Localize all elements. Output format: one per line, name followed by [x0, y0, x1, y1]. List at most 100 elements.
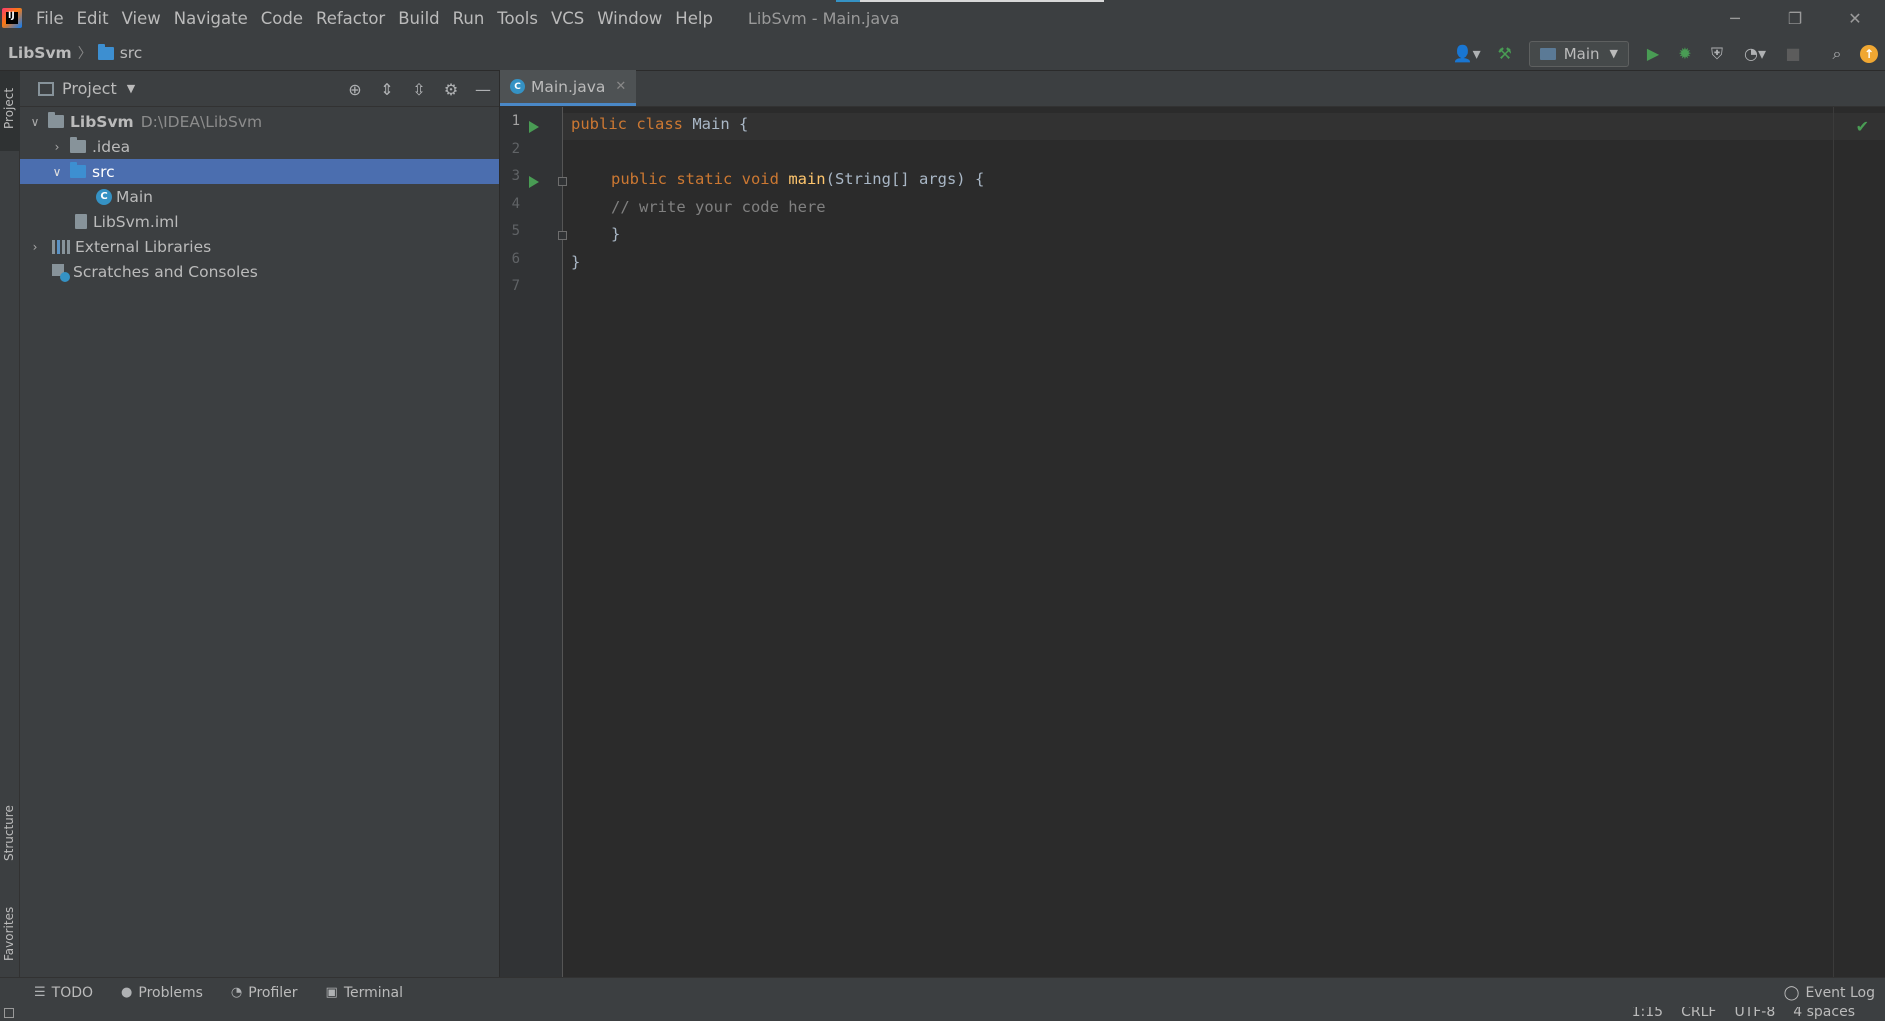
terminal-icon: ▣ — [325, 985, 338, 1000]
editor-scrollbar[interactable] — [1871, 107, 1885, 977]
indent-setting[interactable]: 4 spaces — [1793, 1007, 1855, 1020]
project-view-selector[interactable]: Project — [62, 79, 117, 98]
menu-navigate[interactable]: Navigate — [174, 9, 248, 28]
profile-icon[interactable]: ◔▾ — [1735, 40, 1775, 68]
window-title: LibSvm - Main.java — [747, 8, 900, 28]
menu-help[interactable]: Help — [675, 9, 713, 28]
intellij-logo-icon: IJ — [2, 8, 22, 28]
list-icon: ☰ — [34, 985, 46, 1000]
run-configuration-select[interactable]: Main ▼ — [1528, 40, 1629, 67]
collapse-all-icon[interactable]: ⇳ — [403, 80, 435, 99]
expand-all-icon[interactable]: ⇕ — [371, 80, 403, 99]
maximize-button[interactable]: ❐ — [1765, 0, 1825, 36]
stripe-project-tab[interactable]: Project — [2, 88, 16, 129]
close-icon[interactable]: ✕ — [615, 79, 626, 94]
gear-icon[interactable]: ⚙ — [435, 80, 467, 99]
tool-tab-terminal[interactable]: ▣ Terminal — [326, 985, 403, 1001]
menu-code[interactable]: Code — [261, 9, 303, 28]
tree-node-idea[interactable]: › .idea — [20, 134, 499, 159]
chevron-right-icon[interactable]: › — [26, 240, 44, 254]
tree-label-external-libraries: External Libraries — [75, 237, 212, 256]
menu-file[interactable]: File — [36, 9, 64, 28]
chevron-down-icon: ▼ — [1609, 47, 1618, 60]
bottom-tool-bar: ☰ TODO ● Problems ◔ Profiler ▣ Terminal … — [0, 977, 1885, 1007]
user-icon[interactable]: 👤▾ — [1447, 40, 1487, 68]
tree-node-libsvm[interactable]: ∨ LibSvm D:\IDEA\LibSvm — [20, 109, 499, 134]
line-number: 1 — [511, 113, 520, 129]
tree-node-main[interactable]: C Main — [20, 184, 499, 209]
code-line-1: public class Main { — [571, 115, 749, 133]
tree-node-iml[interactable]: LibSvm.iml — [20, 209, 499, 234]
menu-bar: IJ File Edit View Navigate Code Refactor… — [0, 0, 1885, 36]
code-line-3: public static void main(String[] args) { — [611, 170, 985, 188]
tool-tab-problems[interactable]: ● Problems — [121, 985, 203, 1001]
code-area[interactable]: public class Main { public static void m… — [563, 107, 1885, 977]
menu-view[interactable]: View — [122, 9, 161, 28]
inspection-ok-icon[interactable]: ✔ — [1856, 117, 1869, 136]
run-class-gutter-icon[interactable] — [529, 121, 539, 133]
tool-tab-problems-label: Problems — [138, 984, 203, 1001]
chevron-down-icon[interactable]: ▼ — [127, 82, 135, 95]
search-icon[interactable]: ⌕ — [1823, 40, 1851, 68]
stripe-favorites-tab[interactable]: Favorites — [2, 907, 16, 961]
caret-position[interactable]: 1:15 — [1632, 1007, 1663, 1020]
tree-node-external-libraries[interactable]: › External Libraries — [20, 234, 499, 259]
build-hammer-icon[interactable]: ⚒ — [1491, 40, 1519, 68]
tab-main-java[interactable]: C Main.java ✕ — [500, 70, 637, 106]
module-folder-icon — [48, 112, 64, 128]
tree-label-src: src — [92, 162, 115, 181]
coverage-icon[interactable]: ⛨ — [1703, 40, 1731, 68]
update-icon[interactable]: ↑ — [1855, 40, 1883, 68]
tool-tab-profiler[interactable]: ◔ Profiler — [231, 985, 298, 1001]
stop-icon[interactable]: ■ — [1779, 40, 1807, 68]
chevron-down-icon[interactable]: ∨ — [48, 165, 66, 179]
close-button[interactable]: ✕ — [1825, 0, 1885, 36]
folder-icon — [70, 137, 86, 153]
line-number: 2 — [511, 141, 520, 157]
current-line-highlight — [563, 113, 1885, 140]
module-file-icon — [75, 214, 87, 229]
tree-node-src[interactable]: ∨ src — [20, 159, 499, 184]
project-view-icon — [38, 81, 54, 96]
menu-window[interactable]: Window — [597, 9, 662, 28]
event-log-icon: ◯ — [1783, 985, 1800, 1001]
menu-build[interactable]: Build — [398, 9, 439, 28]
code-line-6: } — [571, 253, 581, 271]
menu-vcs[interactable]: VCS — [551, 9, 584, 28]
line-number: 7 — [511, 278, 520, 294]
chevron-down-icon[interactable]: ∨ — [26, 115, 44, 129]
stripe-structure-tab[interactable]: Structure — [2, 805, 16, 861]
run-icon[interactable]: ▶ — [1639, 40, 1667, 68]
status-widgets: 1:15 CRLF UTF-8 4 spaces — [1632, 1007, 1855, 1020]
tool-windows-toggle-icon[interactable] — [4, 1008, 14, 1018]
project-panel-header: Project ▼ ⊕ ⇕ ⇳ ⚙ — — [20, 71, 499, 107]
debug-icon[interactable]: ✹ — [1671, 40, 1699, 68]
breadcrumb-project[interactable]: LibSvm — [8, 44, 72, 62]
tree-label-scratches: Scratches and Consoles — [73, 262, 258, 281]
breadcrumb-src[interactable]: src — [120, 44, 143, 62]
chevron-right-icon[interactable]: › — [48, 140, 66, 154]
project-tool-window: Project ▼ ⊕ ⇕ ⇳ ⚙ — ∨ LibSvm D:\IDEA\Lib… — [20, 71, 500, 977]
tool-tab-todo[interactable]: ☰ TODO — [34, 985, 93, 1001]
tree-node-scratches[interactable]: Scratches and Consoles — [20, 259, 499, 284]
editor: C Main.java ✕ 1 2 3 4 5 6 7 public class… — [500, 70, 1885, 977]
menu-refactor[interactable]: Refactor — [316, 9, 385, 28]
folder-icon — [97, 43, 114, 60]
status-bar: 1:15 CRLF UTF-8 4 spaces — [0, 1007, 1885, 1021]
project-tree: ∨ LibSvm D:\IDEA\LibSvm › .idea ∨ src C … — [20, 107, 499, 284]
scratches-icon — [52, 263, 70, 282]
locate-file-icon[interactable]: ⊕ — [339, 80, 371, 99]
menu-tools[interactable]: Tools — [497, 9, 538, 28]
file-encoding[interactable]: UTF-8 — [1734, 1007, 1775, 1020]
menu-run[interactable]: Run — [453, 9, 485, 28]
line-number: 5 — [511, 223, 520, 239]
menu-edit[interactable]: Edit — [77, 9, 109, 28]
line-separator[interactable]: CRLF — [1681, 1007, 1716, 1020]
run-main-gutter-icon[interactable] — [529, 176, 539, 188]
event-log-button[interactable]: ◯ Event Log — [1784, 978, 1875, 1008]
minimize-button[interactable]: ─ — [1705, 0, 1765, 36]
editor-tab-bar: C Main.java ✕ — [500, 70, 1885, 107]
profiler-icon: ◔ — [230, 985, 243, 1000]
hide-panel-icon[interactable]: — — [467, 80, 499, 99]
run-configuration-label: Main — [1563, 44, 1600, 63]
